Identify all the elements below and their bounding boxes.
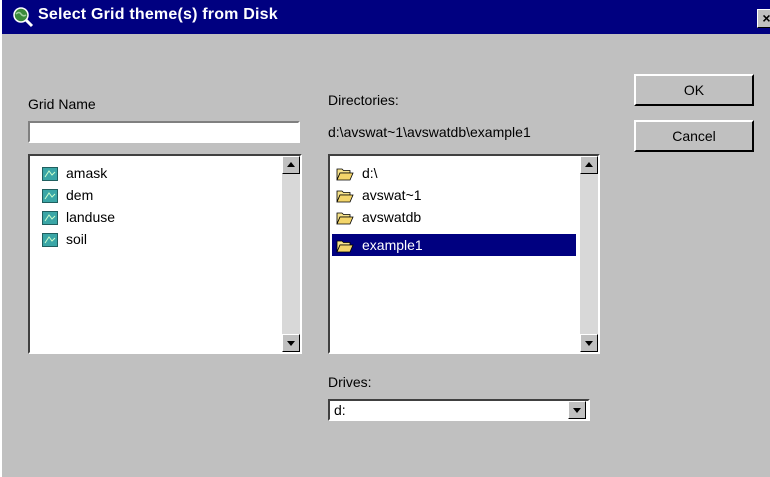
scroll-down-button[interactable] [580, 334, 598, 352]
directory-list[interactable]: d:\ avswat~1 avswatdb example1 [328, 154, 600, 354]
directories-label: Directories: [328, 92, 399, 108]
window-title: Select Grid theme(s) from Disk [38, 6, 278, 23]
directory-list-item-selected[interactable]: example1 [332, 234, 576, 256]
grid-list-item-label: dem [66, 187, 94, 203]
directory-list-item[interactable]: d:\ [336, 162, 570, 184]
grid-list[interactable]: amask dem landuse soil [28, 154, 302, 354]
drives-dropdown[interactable]: d: [328, 399, 590, 421]
directory-list-item[interactable]: avswatdb [336, 206, 570, 228]
globe-magnifier-icon [13, 7, 34, 28]
grid-name-input[interactable] [28, 121, 300, 143]
scroll-up-button[interactable] [580, 156, 598, 174]
folder-open-icon [336, 212, 354, 225]
grid-list-scrollbar[interactable] [282, 156, 300, 352]
scroll-down-button[interactable] [282, 334, 300, 352]
ok-button[interactable]: OK [634, 74, 754, 106]
drives-label: Drives: [328, 374, 372, 390]
scroll-track[interactable] [282, 174, 300, 334]
directory-list-scrollbar[interactable] [580, 156, 598, 352]
title-bar[interactable]: Select Grid theme(s) from Disk × [2, 0, 770, 34]
close-button[interactable]: × [757, 9, 770, 28]
cancel-button[interactable]: Cancel [634, 120, 754, 152]
grid-name-label: Grid Name [28, 96, 96, 112]
grid-list-item-label: landuse [66, 209, 116, 225]
directory-list-item-label: d:\ [362, 165, 378, 181]
chevron-down-icon [573, 408, 581, 413]
scroll-up-button[interactable] [282, 156, 300, 174]
folder-open-icon [336, 190, 354, 203]
directory-list-item[interactable]: avswat~1 [336, 184, 570, 206]
directory-list-item-label: example1 [362, 237, 423, 253]
arrow-up-icon [287, 162, 295, 167]
select-grid-dialog: Select Grid theme(s) from Disk × Grid Na… [0, 0, 770, 477]
grid-list-item[interactable]: landuse [42, 206, 115, 228]
grid-list-item-label: amask [66, 165, 108, 181]
grid-list-item[interactable]: soil [42, 228, 87, 250]
drives-selected-value: d: [334, 402, 346, 418]
grid-theme-icon [42, 233, 58, 248]
folder-open-icon [336, 168, 354, 181]
grid-list-item[interactable]: amask [42, 162, 107, 184]
directory-list-item-label: avswatdb [362, 209, 422, 225]
arrow-down-icon [585, 341, 593, 346]
drives-dropdown-button[interactable] [568, 401, 586, 419]
directory-list-item-label: avswat~1 [362, 187, 422, 203]
arrow-down-icon [287, 341, 295, 346]
grid-theme-icon [42, 167, 58, 182]
scroll-track[interactable] [580, 174, 598, 334]
grid-list-item-label: soil [66, 231, 88, 247]
folder-open-icon [336, 240, 354, 253]
grid-list-item[interactable]: dem [42, 184, 93, 206]
arrow-up-icon [585, 162, 593, 167]
grid-theme-icon [42, 211, 58, 226]
current-directory-path: d:\avswat~1\avswatdb\example1 [328, 124, 531, 140]
grid-theme-icon [42, 189, 58, 204]
